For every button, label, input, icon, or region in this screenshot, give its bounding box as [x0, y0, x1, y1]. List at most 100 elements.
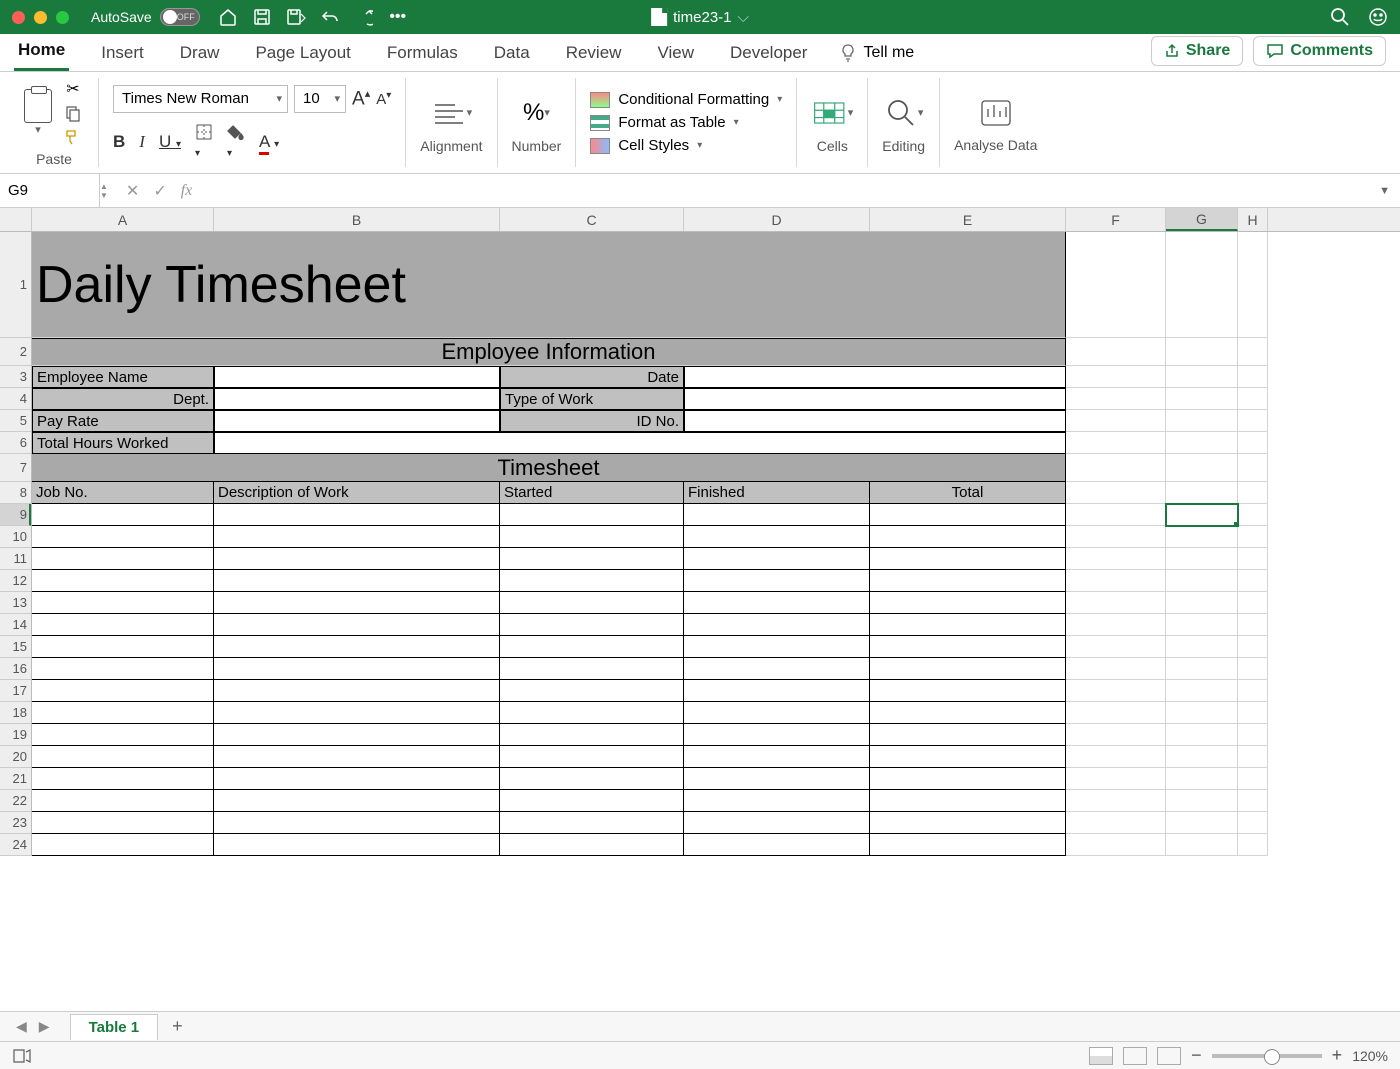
row-header-18[interactable]: 18	[0, 702, 31, 724]
cell[interactable]	[32, 702, 214, 724]
column-header-G[interactable]: G	[1166, 208, 1238, 231]
normal-view-icon[interactable]	[1089, 1047, 1113, 1065]
cell[interactable]	[870, 768, 1066, 790]
cell[interactable]	[1066, 614, 1166, 636]
cell[interactable]	[1166, 834, 1238, 856]
cell[interactable]	[1066, 388, 1166, 410]
autosave-toggle[interactable]: AutoSave OFF	[91, 8, 200, 26]
cell[interactable]	[1066, 658, 1166, 680]
editing-button[interactable]: ▾	[883, 92, 925, 134]
cell[interactable]	[500, 614, 684, 636]
cell[interactable]	[1238, 592, 1268, 614]
cell[interactable]	[870, 658, 1066, 680]
cell[interactable]: Dept.	[32, 388, 214, 410]
add-sheet-button[interactable]: +	[172, 1016, 183, 1037]
cell[interactable]	[500, 636, 684, 658]
alignment-button[interactable]: ▾	[430, 92, 472, 134]
cell[interactable]	[1166, 592, 1238, 614]
column-header-F[interactable]: F	[1066, 208, 1166, 231]
cell[interactable]	[1238, 768, 1268, 790]
cell[interactable]	[1066, 338, 1166, 366]
increase-font-icon[interactable]: A▴	[352, 87, 370, 110]
cell[interactable]	[1238, 570, 1268, 592]
cut-icon[interactable]: ✂	[62, 79, 84, 99]
cell[interactable]	[32, 834, 214, 856]
cell[interactable]	[1166, 482, 1238, 504]
cell[interactable]: Started	[500, 482, 684, 504]
cell[interactable]	[870, 614, 1066, 636]
cell[interactable]	[214, 812, 500, 834]
cell[interactable]	[214, 834, 500, 856]
row-header-22[interactable]: 22	[0, 790, 31, 812]
row-header-1[interactable]: 1	[0, 232, 31, 338]
cell[interactable]	[32, 724, 214, 746]
cell[interactable]	[684, 746, 870, 768]
row-header-14[interactable]: 14	[0, 614, 31, 636]
cell[interactable]	[1166, 790, 1238, 812]
cell[interactable]	[1238, 388, 1268, 410]
cell[interactable]	[1166, 388, 1238, 410]
cell[interactable]: Description of Work	[214, 482, 500, 504]
row-header-16[interactable]: 16	[0, 658, 31, 680]
row-header-9[interactable]: 9	[0, 504, 31, 526]
row-header-6[interactable]: 6	[0, 432, 31, 454]
cell[interactable]	[32, 636, 214, 658]
cell[interactable]	[1066, 702, 1166, 724]
cell[interactable]	[32, 746, 214, 768]
cell[interactable]	[1166, 636, 1238, 658]
cell[interactable]	[1066, 454, 1166, 482]
cell[interactable]	[214, 614, 500, 636]
cell[interactable]	[32, 658, 214, 680]
cell[interactable]	[870, 592, 1066, 614]
cell[interactable]: Employee Information	[32, 338, 1066, 366]
cell[interactable]: Timesheet	[32, 454, 1066, 482]
zoom-level[interactable]: 120%	[1352, 1048, 1388, 1064]
cell[interactable]	[32, 504, 214, 526]
cell[interactable]	[214, 768, 500, 790]
conditional-formatting-button[interactable]: Conditional Formatting ▾	[590, 91, 782, 108]
cell[interactable]	[1238, 504, 1268, 526]
cell[interactable]	[32, 680, 214, 702]
cell[interactable]	[214, 790, 500, 812]
cell[interactable]	[500, 658, 684, 680]
cell[interactable]	[1238, 790, 1268, 812]
name-box[interactable]: G9	[0, 174, 100, 207]
cell[interactable]	[1238, 834, 1268, 856]
cell[interactable]	[870, 504, 1066, 526]
cell[interactable]	[500, 746, 684, 768]
cell[interactable]	[1238, 410, 1268, 432]
cell[interactable]	[1066, 790, 1166, 812]
cell[interactable]: Total	[870, 482, 1066, 504]
cell[interactable]	[684, 410, 1066, 432]
cell[interactable]	[32, 548, 214, 570]
cell[interactable]	[1166, 812, 1238, 834]
cell[interactable]	[1166, 548, 1238, 570]
expand-formula-icon[interactable]: ▼	[1369, 185, 1400, 197]
cell[interactable]: Finished	[684, 482, 870, 504]
enter-formula-icon[interactable]: ✓	[153, 181, 166, 201]
row-header-20[interactable]: 20	[0, 746, 31, 768]
cell[interactable]	[1066, 366, 1166, 388]
cell[interactable]	[214, 592, 500, 614]
underline-button[interactable]: U ▾	[159, 132, 181, 152]
cell[interactable]	[684, 614, 870, 636]
cell[interactable]	[1238, 232, 1268, 338]
cells-button[interactable]: ▾	[811, 92, 853, 134]
cell[interactable]: Total Hours Worked	[32, 432, 214, 454]
page-layout-view-icon[interactable]	[1123, 1047, 1147, 1065]
zoom-slider[interactable]	[1212, 1054, 1322, 1058]
column-header-B[interactable]: B	[214, 208, 500, 231]
cell[interactable]	[1238, 680, 1268, 702]
close-window-button[interactable]	[12, 11, 25, 24]
maximize-window-button[interactable]	[56, 11, 69, 24]
cell[interactable]	[1066, 636, 1166, 658]
cell[interactable]	[1066, 410, 1166, 432]
active-cell[interactable]	[1166, 504, 1238, 526]
cell[interactable]	[1166, 454, 1238, 482]
copy-icon[interactable]	[62, 103, 84, 123]
row-header-13[interactable]: 13	[0, 592, 31, 614]
cell[interactable]	[1238, 812, 1268, 834]
fill-color-button[interactable]: ▾	[227, 123, 245, 161]
cell[interactable]	[32, 614, 214, 636]
cancel-formula-icon[interactable]: ✕	[126, 181, 139, 201]
